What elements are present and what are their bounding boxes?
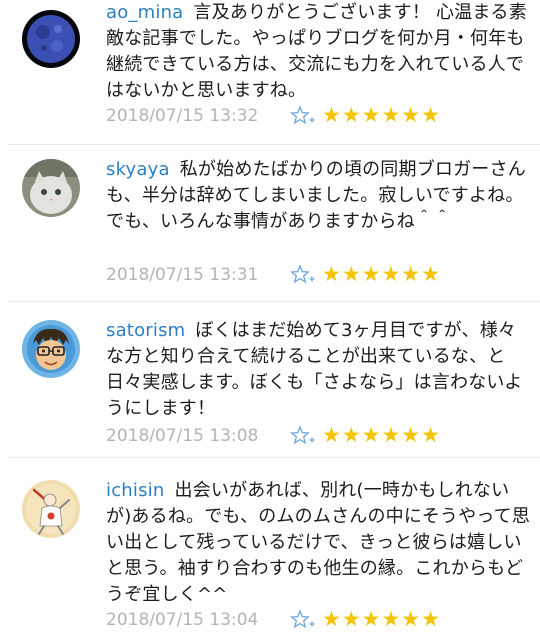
add-star-icon[interactable] <box>290 104 316 128</box>
timestamp: 2018/07/15 13:31 <box>106 265 259 285</box>
comment-text: ichisin 出会いがあれば、別れ(一時かもしれないが)あるね。でも、のムのムさ… <box>106 478 534 608</box>
comment-meta: 2018/07/15 13:32 ★★★★★★ <box>106 103 526 128</box>
comment-item: ao_mina 言及ありがとうございます！ 心温まる素敵な記事でした。やっぱりブロ… <box>0 0 540 145</box>
comment-text: satorism ぼくはまだ始めて3ヶ月目ですが、様々な方と知り合えて続けることが… <box>106 318 534 422</box>
cartoon-man-avatar[interactable] <box>22 320 80 378</box>
dancing-figure-avatar[interactable] <box>22 480 80 538</box>
star-rating: ★★★★★★ <box>322 262 441 286</box>
comment-item: satorism ぼくはまだ始めて3ヶ月目ですが、様々な方と知り合えて続けることが… <box>0 302 540 458</box>
comment-meta: 2018/07/15 13:08 ★★★★★★ <box>106 423 526 448</box>
comment-body: 出会いがあれば、別れ(一時かもしれないが)あるね。でも、のムのムさんの中にそうや… <box>106 480 531 605</box>
star-rating: ★★★★★★ <box>322 423 441 447</box>
cat-avatar[interactable] <box>22 159 80 217</box>
comment-list: ao_mina 言及ありがとうございます！ 心温まる素敵な記事でした。やっぱりブロ… <box>0 0 540 640</box>
comment-text: ao_mina 言及ありがとうございます！ 心温まる素敵な記事でした。やっぱりブロ… <box>106 0 534 104</box>
comment-meta: 2018/07/15 13:31 ★★★★★★ <box>106 262 526 287</box>
add-star-icon[interactable] <box>290 424 316 448</box>
moon-avatar[interactable] <box>22 10 80 68</box>
star-rating: ★★★★★★ <box>322 607 441 631</box>
add-star-icon[interactable] <box>290 263 316 287</box>
username-link[interactable]: skyaya <box>106 159 170 180</box>
comment-meta: 2018/07/15 13:04 ★★★★★★ <box>106 607 526 632</box>
username-link[interactable]: ichisin <box>106 480 165 501</box>
comment-item: skyaya 私が始めたばかりの頃の同期ブロガーさんも、半分は辞めてしまいました。… <box>0 145 540 302</box>
comment-text: skyaya 私が始めたばかりの頃の同期ブロガーさんも、半分は辞めてしまいました。… <box>106 157 534 235</box>
comment-item: ichisin 出会いがあれば、別れ(一時かもしれないが)あるね。でも、のムのムさ… <box>0 458 540 640</box>
timestamp: 2018/07/15 13:08 <box>106 426 259 446</box>
username-link[interactable]: ao_mina <box>106 2 183 23</box>
star-rating: ★★★★★★ <box>322 103 441 127</box>
timestamp: 2018/07/15 13:32 <box>106 106 259 126</box>
username-link[interactable]: satorism <box>106 320 185 341</box>
timestamp: 2018/07/15 13:04 <box>106 610 259 630</box>
add-star-icon[interactable] <box>290 608 316 632</box>
